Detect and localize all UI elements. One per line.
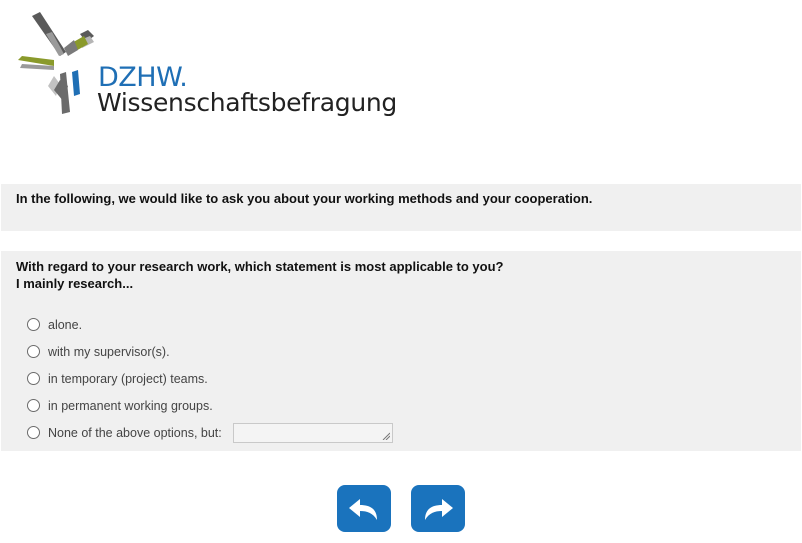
dzhw-logo: DZHW. Wissenschaftsbefragung [14,10,397,125]
option-permanent-groups[interactable]: in permanent working groups. [27,392,393,419]
arrow-forward-icon [425,498,453,520]
intro-text: In the following, we would like to ask y… [16,191,593,206]
other-text-field[interactable] [232,422,393,443]
option-with-supervisor[interactable]: with my supervisor(s). [27,338,393,365]
option-alone[interactable]: alone. [27,311,393,338]
option-label: None of the above options, but: [48,425,222,440]
logo-subtitle: Wissenschaftsbefragung [97,88,397,117]
next-button[interactable] [411,485,465,532]
option-other[interactable]: None of the above options, but: [27,419,393,446]
resize-grip-icon[interactable] [382,432,390,440]
radio-button[interactable] [27,318,40,331]
arrow-back-icon [349,498,377,520]
question-text: With regard to your research work, which… [16,258,504,292]
option-label: in temporary (project) teams. [48,371,208,386]
question-line-2: I mainly research... [16,276,134,291]
option-label: alone. [48,317,83,332]
back-button[interactable] [337,485,391,532]
option-label: in permanent working groups. [48,398,213,413]
answer-options: alone. with my supervisor(s). in tempora… [27,311,393,446]
option-label: with my supervisor(s). [48,344,170,359]
radio-button[interactable] [27,372,40,385]
radio-button[interactable] [27,399,40,412]
question-panel: With regard to your research work, which… [1,251,801,451]
radio-button[interactable] [27,345,40,358]
radio-button[interactable] [27,426,40,439]
option-temporary-teams[interactable]: in temporary (project) teams. [27,365,393,392]
dzhw-logo-mark-icon [18,12,94,114]
question-line-1: With regard to your research work, which… [16,259,504,274]
intro-panel: In the following, we would like to ask y… [1,184,801,231]
